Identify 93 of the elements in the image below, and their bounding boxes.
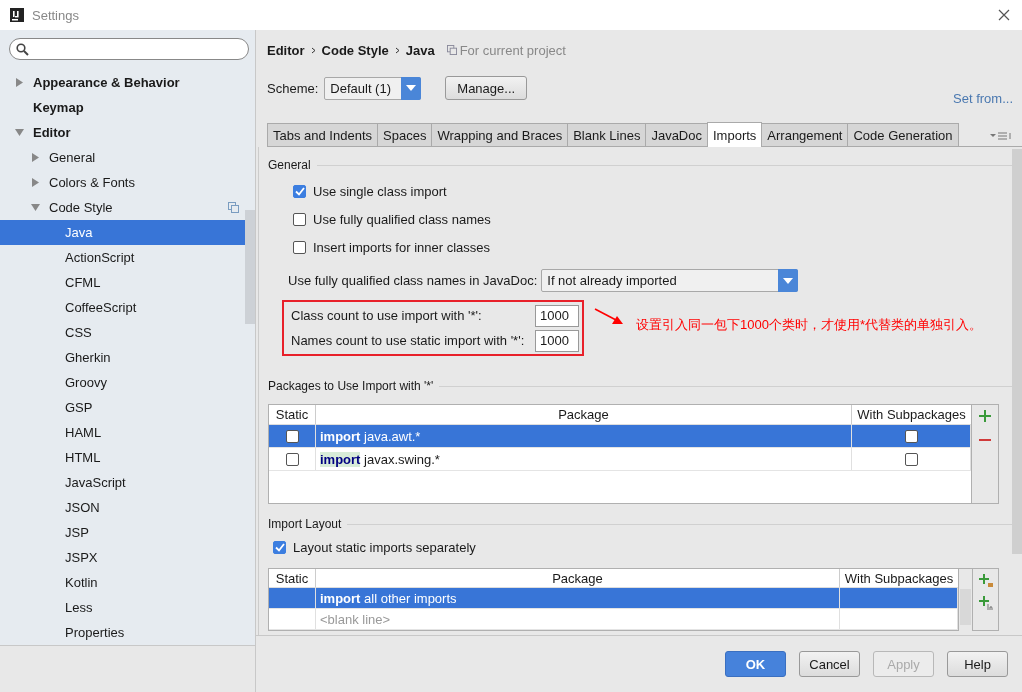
tab[interactable]: Imports: [707, 122, 763, 147]
tree-item[interactable]: JSON: [0, 495, 245, 520]
tree-item[interactable]: HTML: [0, 445, 245, 470]
tree-item[interactable]: ActionScript: [0, 245, 245, 270]
layout-entry: import all other imports: [319, 590, 457, 606]
tree-item[interactable]: JSP: [0, 520, 245, 545]
tree-item[interactable]: Code Style: [0, 195, 245, 220]
tree-item[interactable]: General: [0, 145, 245, 170]
count-field[interactable]: 1000: [535, 304, 579, 327]
scheme-label: Scheme:: [267, 80, 319, 96]
scrollbar-thumb[interactable]: [1012, 149, 1022, 554]
tree-item[interactable]: GSP: [0, 395, 245, 420]
checkbox[interactable]: [273, 540, 286, 554]
checkbox[interactable]: [293, 212, 306, 226]
dropdown-arrow-icon: [783, 277, 794, 284]
breadcrumb-item: Code Style: [321, 42, 389, 58]
app-logo-icon: [10, 8, 24, 22]
copy-icon: [446, 45, 457, 55]
scrollbar-thumb[interactable]: [960, 589, 971, 625]
scrollbar-thumb[interactable]: [245, 210, 255, 324]
tree-item[interactable]: Groovy: [0, 370, 245, 395]
package-entry: import java.awt.*: [319, 428, 421, 444]
javadoc-dropdown[interactable]: If not already imported: [541, 269, 799, 292]
manage-button[interactable]: Manage...: [445, 76, 528, 100]
tab-list-icon[interactable]: [990, 132, 1014, 140]
checkbox-label: Layout static imports separately: [293, 539, 476, 555]
tree-item[interactable]: Properties: [0, 620, 245, 645]
table-row[interactable]: import java.awt.*: [269, 425, 971, 448]
tab[interactable]: Code Generation: [847, 123, 959, 146]
tree-item[interactable]: JSPX: [0, 545, 245, 570]
expand-arrow-icon[interactable]: [15, 78, 24, 87]
search-icon: [16, 42, 29, 56]
checkbox-label: Use fully qualified class names: [313, 211, 491, 227]
section-title: Import Layout: [268, 517, 342, 531]
section-title: Packages to Use Import with '*': [268, 379, 434, 393]
count-label: Class count to use import with '*':: [291, 308, 482, 323]
section-title: General: [268, 158, 311, 172]
checkbox-label: Insert imports for inner classes: [313, 239, 490, 255]
table-row[interactable]: import all other imports: [269, 588, 958, 609]
search-field[interactable]: [9, 38, 249, 60]
tab[interactable]: Arrangement: [761, 123, 849, 146]
tree-item[interactable]: CSS: [0, 320, 245, 345]
tree-item[interactable]: Less: [0, 595, 245, 620]
expand-arrow-icon[interactable]: [15, 128, 24, 137]
count-field[interactable]: 1000: [535, 329, 579, 352]
tab[interactable]: Wrapping and Braces: [431, 123, 569, 146]
window-title: Settings: [32, 7, 79, 23]
tab[interactable]: Tabs and Indents: [267, 123, 379, 146]
tree-item[interactable]: CoffeeScript: [0, 295, 245, 320]
breadcrumb-item: Editor: [267, 42, 305, 58]
tree-item[interactable]: Gherkin: [0, 345, 245, 370]
tab[interactable]: Blank Lines: [567, 123, 647, 146]
dropdown-arrow-icon: [406, 85, 417, 91]
checkbox[interactable]: [285, 429, 299, 443]
scope-note: For current project: [459, 42, 566, 58]
blank-line-entry: <blank line>: [319, 611, 391, 627]
checkbox[interactable]: [904, 452, 918, 466]
tab[interactable]: Spaces: [377, 123, 433, 146]
checkbox[interactable]: [293, 184, 306, 198]
table-row[interactable]: import javax.swing.*: [269, 448, 971, 471]
checkbox[interactable]: [904, 429, 918, 443]
checkbox-label: Use single class import: [313, 183, 447, 199]
tree-item[interactable]: CFML: [0, 270, 245, 295]
checkbox[interactable]: [285, 452, 299, 466]
expand-arrow-icon[interactable]: [31, 203, 40, 212]
expand-arrow-icon[interactable]: [31, 153, 40, 162]
add-icon[interactable]: [979, 410, 991, 422]
tree-item[interactable]: Keymap: [0, 95, 245, 120]
tree-item[interactable]: Editor: [0, 120, 245, 145]
expand-arrow-icon[interactable]: [31, 178, 40, 187]
tree-item[interactable]: Kotlin: [0, 570, 245, 595]
close-icon[interactable]: [998, 9, 1010, 21]
dialog-button[interactable]: OK: [725, 651, 786, 677]
chevron-icon: [310, 46, 316, 54]
add-package-icon[interactable]: [978, 574, 993, 588]
checkbox[interactable]: [293, 240, 306, 254]
add-blank-line-icon[interactable]: [978, 596, 993, 610]
tree-item[interactable]: HAML: [0, 420, 245, 445]
annotation-text: 设置引入同一包下1000个类时，才使用*代替类的单独引入。: [636, 316, 983, 334]
package-entry: import javax.swing.*: [319, 451, 440, 467]
set-from-link[interactable]: Set from...: [953, 91, 1013, 106]
dialog-button[interactable]: Cancel: [799, 651, 860, 677]
javadoc-label: Use fully qualified class names in JavaDoc:: [288, 273, 538, 288]
dialog-button[interactable]: Help: [947, 651, 1008, 677]
tree-item[interactable]: JavaScript: [0, 470, 245, 495]
tab[interactable]: JavaDoc: [645, 123, 708, 146]
breadcrumb-item: Java: [405, 42, 435, 58]
tree-item[interactable]: Java: [0, 220, 245, 245]
scheme-dropdown[interactable]: Default (1): [324, 76, 422, 100]
chevron-icon: [394, 46, 400, 54]
tree-item[interactable]: Colors & Fonts: [0, 170, 245, 195]
count-label: Names count to use static import with '*':: [291, 333, 525, 348]
tree-item[interactable]: Appearance & Behavior: [0, 70, 245, 95]
